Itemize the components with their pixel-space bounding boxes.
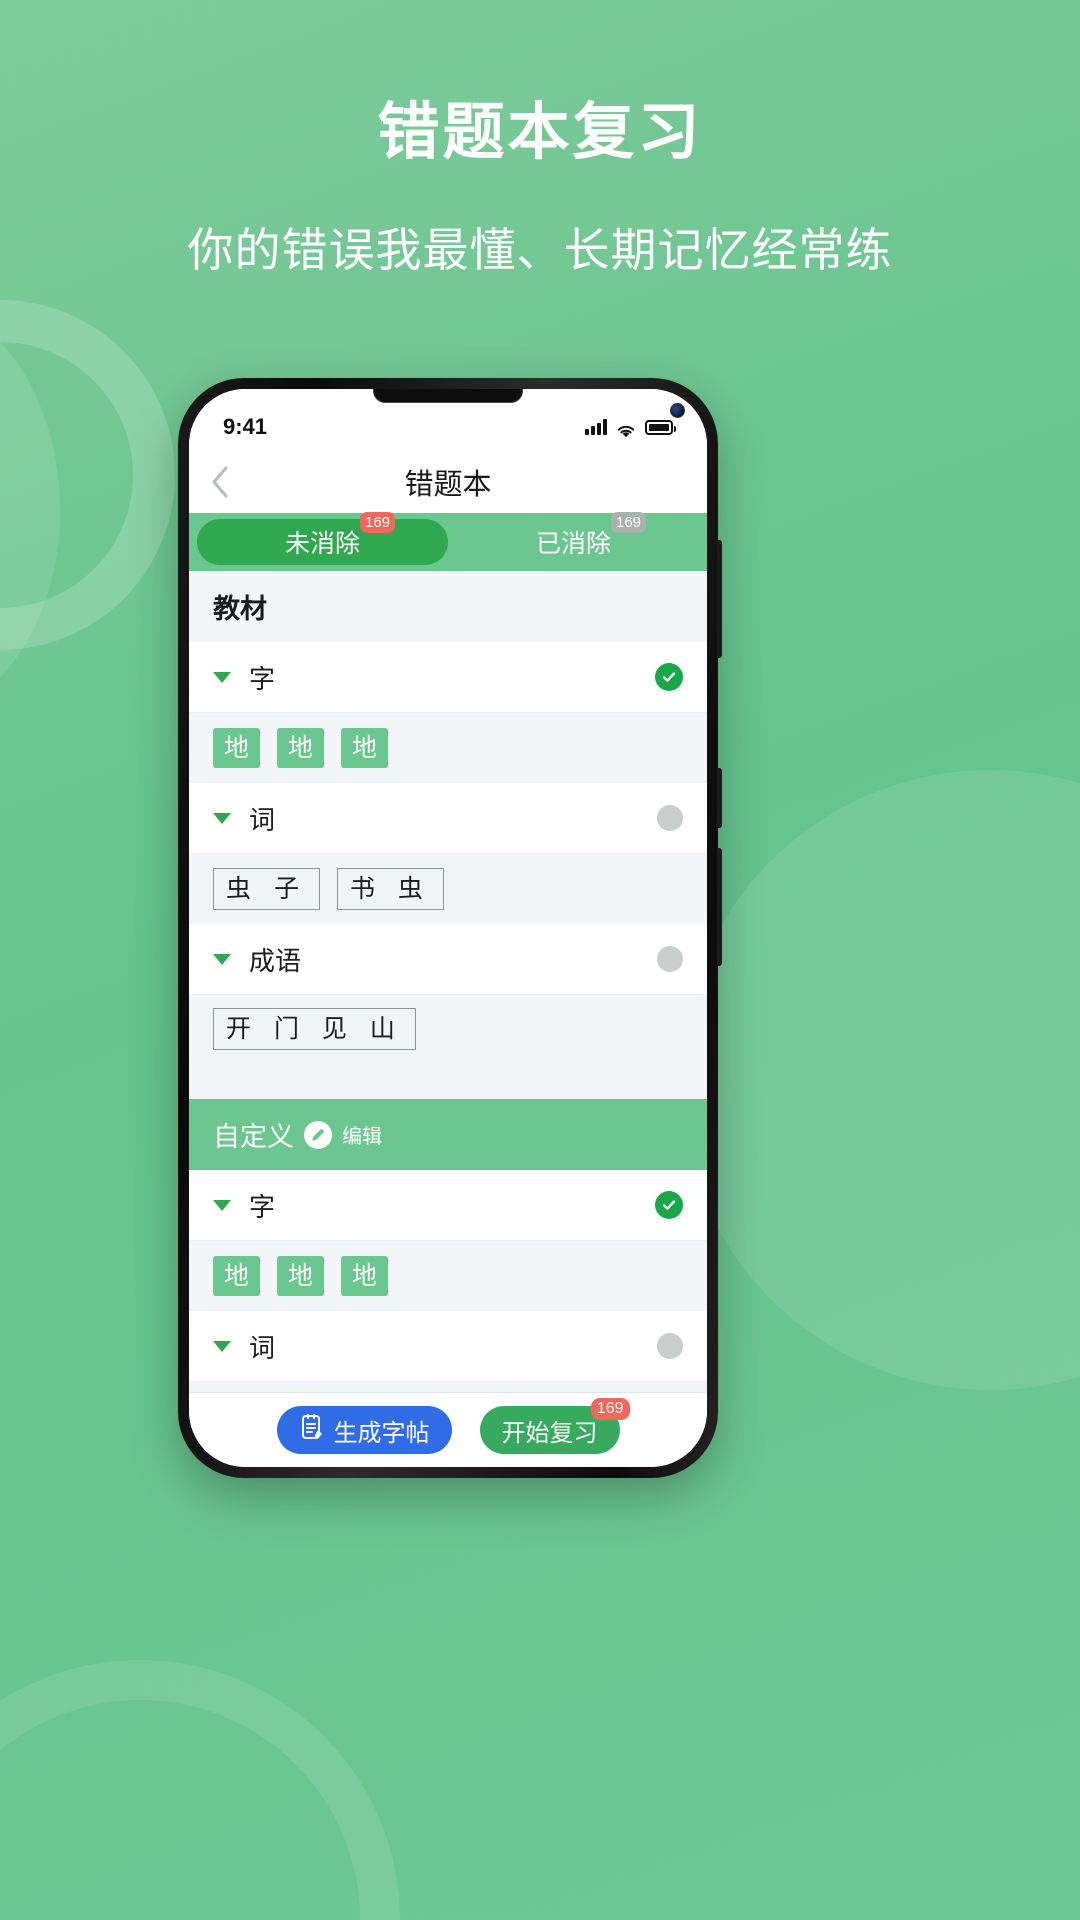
generate-copybook-label: 生成字帖: [333, 1419, 430, 1447]
chip-list-textbook-chengyu[interactable]: 开 门 见 山: [189, 995, 707, 1099]
status-badge-unchecked[interactable]: [657, 1333, 683, 1359]
signal-bars-icon: [585, 419, 607, 435]
background-arc-bottom: [0, 1660, 400, 1920]
tab-cleared[interactable]: 已消除 169: [448, 512, 699, 565]
phone-earpiece-notch: [373, 389, 523, 403]
pencil-edit-icon[interactable]: [304, 1120, 332, 1149]
page-title: 错题本: [404, 469, 492, 501]
chevron-down-icon[interactable]: [213, 671, 231, 683]
navigation-bar: 错题本: [189, 451, 707, 513]
start-review-button[interactable]: 开始复习 169: [479, 1398, 630, 1454]
background-blob-left: [0, 300, 60, 720]
phone-volume-up-button[interactable]: [717, 768, 722, 828]
chip-item[interactable]: 虫 子: [213, 868, 320, 910]
group-row-textbook-chengyu[interactable]: 成语: [189, 924, 707, 995]
group-label: 字: [249, 1191, 276, 1222]
tab-cleared-badge: 169: [611, 512, 647, 533]
edit-button-label[interactable]: 编辑: [342, 1120, 382, 1149]
chip-item[interactable]: 地: [277, 728, 325, 768]
generate-copybook-button[interactable]: 生成字帖: [276, 1406, 452, 1454]
start-review-badge: 169: [590, 1398, 630, 1420]
status-bar-time: 9:41: [223, 414, 268, 439]
tab-bar: 未消除 169 已消除 169: [189, 512, 707, 571]
group-label: 词: [249, 1332, 276, 1363]
chevron-down-icon[interactable]: [213, 1199, 231, 1211]
group-row-textbook-zi[interactable]: 字: [189, 642, 707, 713]
background-circle-right: [680, 770, 1080, 1390]
notebook-pen-icon: [299, 1413, 325, 1448]
start-review-label: 开始复习: [501, 1419, 598, 1447]
tab-uncleared-badge: 169: [360, 512, 396, 533]
chip-item[interactable]: 地: [213, 728, 261, 768]
status-bar-icons: [585, 419, 676, 438]
chevron-down-icon[interactable]: [213, 953, 231, 965]
wifi-icon: [616, 419, 636, 438]
phone-power-button[interactable]: [717, 540, 722, 658]
background-ring-left: [0, 300, 175, 650]
phone-volume-down-button[interactable]: [717, 848, 722, 966]
promo-title: 错题本复习: [377, 98, 703, 167]
chip-list-custom-zi[interactable]: 地 地 地: [189, 1241, 707, 1311]
phone-mockup: 9:41 错题本 未消除 169 已消除 169 教材 字 地 地 地 词 虫 …: [178, 378, 722, 1478]
chip-list-textbook-ci[interactable]: 虫 子 书 虫: [189, 854, 707, 924]
section-header-textbook: 教材: [189, 571, 707, 642]
section-title: 自定义: [213, 1122, 294, 1152]
section-header-custom: 自定义 编辑: [189, 1099, 707, 1170]
chevron-down-icon[interactable]: [213, 812, 231, 824]
chip-list-textbook-zi[interactable]: 地 地 地: [189, 713, 707, 783]
status-badge-checked[interactable]: [655, 1191, 683, 1219]
status-badge-checked[interactable]: [655, 663, 683, 691]
group-label: 字: [249, 663, 276, 694]
chip-item[interactable]: 地: [213, 1256, 261, 1296]
chip-item[interactable]: 地: [277, 1256, 325, 1296]
battery-icon: [645, 420, 676, 435]
chip-item[interactable]: 地: [341, 1256, 389, 1296]
front-camera-icon: [670, 403, 685, 418]
chip-list-custom-ci[interactable]: 虫 子 书 虫: [189, 1382, 707, 1393]
tab-uncleared[interactable]: 未消除 169: [197, 512, 448, 565]
group-row-textbook-ci[interactable]: 词: [189, 783, 707, 854]
group-row-custom-zi[interactable]: 字: [189, 1170, 707, 1241]
promo-subtitle: 你的错误我最懂、长期记忆经常练: [187, 224, 893, 277]
group-label: 词: [249, 804, 276, 835]
mistake-list[interactable]: 教材 字 地 地 地 词 虫 子 书 虫 成语 开 门 见 山 自定义 编辑 字…: [189, 571, 707, 1393]
group-label: 成语: [249, 945, 302, 976]
chip-item[interactable]: 开 门 见 山: [213, 1008, 416, 1050]
tab-cleared-label: 已消除: [535, 530, 611, 558]
chip-item[interactable]: 书 虫: [336, 868, 444, 910]
status-badge-unchecked[interactable]: [657, 946, 683, 972]
status-badge-unchecked[interactable]: [657, 805, 683, 831]
bottom-action-bar: 生成字帖 开始复习 169: [189, 1393, 707, 1467]
chevron-down-icon[interactable]: [213, 1340, 231, 1352]
group-row-custom-ci[interactable]: 词: [189, 1311, 707, 1382]
chip-item[interactable]: 地: [341, 728, 389, 768]
promo-text-block: 错题本复习 你的错误我最懂、长期记忆经常练: [0, 96, 1080, 280]
tab-uncleared-label: 未消除: [284, 530, 360, 558]
phone-screen: 9:41 错题本 未消除 169 已消除 169 教材 字 地 地 地 词 虫 …: [189, 389, 707, 1467]
